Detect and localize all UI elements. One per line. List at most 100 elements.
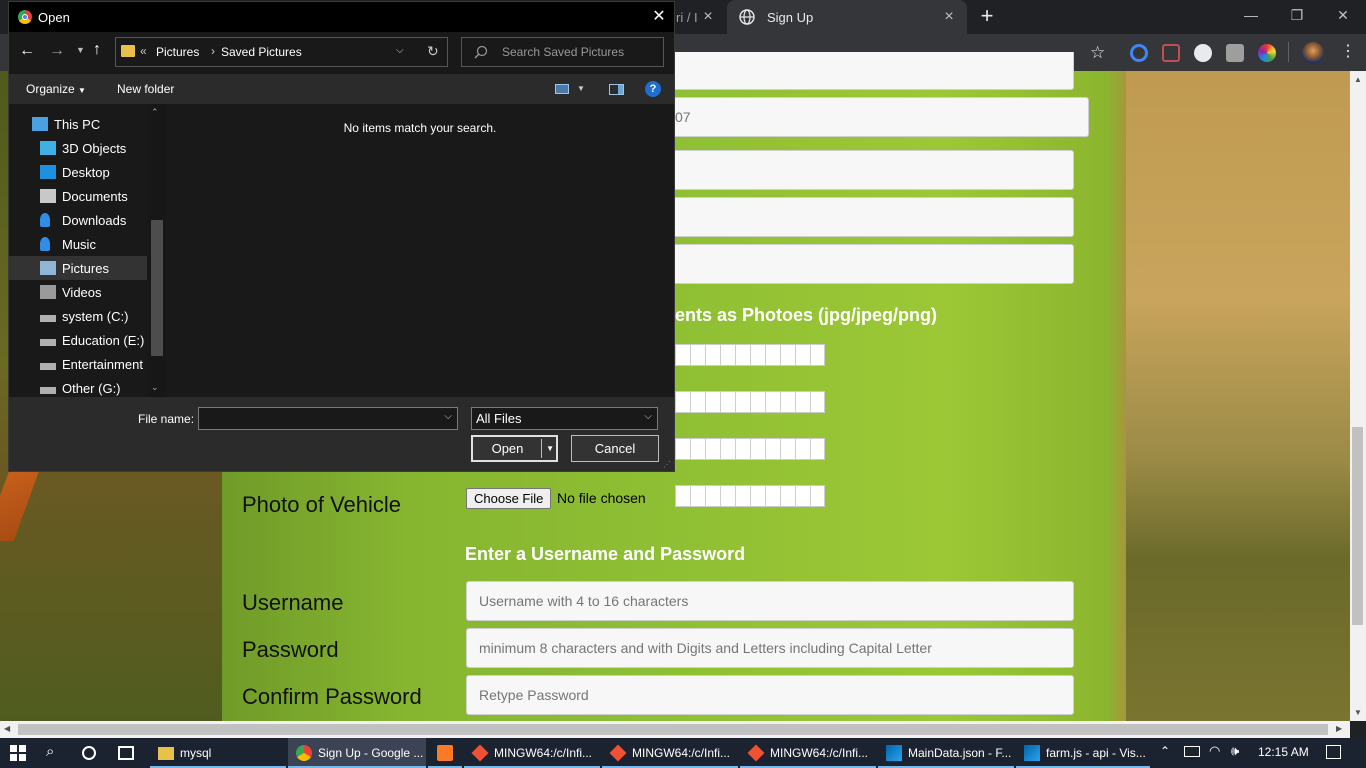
preview-pane-icon[interactable] xyxy=(609,84,624,95)
document-icon xyxy=(40,189,56,203)
recent-locations-icon[interactable]: ▼ xyxy=(76,45,85,55)
avatar[interactable] xyxy=(1302,42,1324,64)
breadcrumb-separator[interactable]: › xyxy=(211,44,215,58)
scroll-up-icon[interactable]: ▲ xyxy=(1354,75,1362,84)
taskbar-item[interactable]: mysql xyxy=(150,738,286,768)
view-options-icon[interactable] xyxy=(555,84,569,94)
task-view-icon[interactable] xyxy=(118,746,134,760)
taskbar-item[interactable]: MINGW64:/c/Infi... xyxy=(464,738,600,768)
horizontal-scrollbar-thumb[interactable] xyxy=(18,724,1328,735)
taskbar-item[interactable]: MINGW64:/c/Infi... xyxy=(602,738,738,768)
bookmark-star-icon[interactable]: ☆ xyxy=(1090,43,1105,63)
scroll-up-icon[interactable]: ⌃ xyxy=(151,107,159,118)
chrome-icon xyxy=(296,745,312,761)
nav-item[interactable]: Documents xyxy=(9,184,147,208)
nav-item[interactable]: Downloads xyxy=(9,208,147,232)
extension-icon[interactable] xyxy=(1130,44,1148,62)
dialog-command-bar: Organize ▼ New folder ▼ ? xyxy=(9,74,674,104)
nav-item[interactable]: Videos xyxy=(9,280,147,304)
music-icon xyxy=(40,237,50,251)
show-hidden-icons-icon[interactable]: ⌃ xyxy=(1160,744,1170,758)
chevron-down-icon[interactable]: ⌵ xyxy=(444,411,452,422)
cortana-icon[interactable] xyxy=(82,746,96,760)
scroll-down-icon[interactable]: ▼ xyxy=(1354,708,1362,717)
chevron-down-icon[interactable]: ⌵ xyxy=(644,411,652,422)
breadcrumb-pictures[interactable]: Pictures xyxy=(156,45,199,59)
address-bar[interactable]: « Pictures › Saved Pictures ⌵ ↻ xyxy=(115,37,448,67)
confirm-password-input[interactable]: Retype Password xyxy=(466,675,1074,715)
restore-button[interactable]: ❐ xyxy=(1274,0,1320,30)
scroll-right-icon[interactable]: ▶ xyxy=(1336,724,1342,733)
extension-icon[interactable] xyxy=(1194,44,1212,62)
up-arrow-icon[interactable]: ↑ xyxy=(93,41,101,59)
wifi-icon[interactable]: ◠ xyxy=(1209,743,1220,759)
nav-item[interactable]: Desktop xyxy=(9,160,147,184)
desktop-icon xyxy=(40,165,56,179)
refresh-icon[interactable]: ↻ xyxy=(427,43,439,60)
close-window-button[interactable]: ✕ xyxy=(1320,0,1366,30)
breadcrumb-overflow[interactable]: « xyxy=(140,44,147,58)
record-extension-icon[interactable] xyxy=(1162,44,1180,62)
search-box[interactable]: Search Saved Pictures xyxy=(461,37,664,67)
password-input[interactable]: minimum 8 characters and with Digits and… xyxy=(466,628,1074,668)
extension-icon[interactable] xyxy=(1226,44,1244,62)
new-folder-button[interactable]: New folder xyxy=(117,82,174,96)
chevron-down-icon[interactable]: ▼ xyxy=(546,437,554,460)
navigation-pane-scrollbar-thumb[interactable] xyxy=(151,220,163,356)
clock[interactable]: 12:15 AM xyxy=(1258,745,1309,759)
breadcrumb-saved-pictures[interactable]: Saved Pictures xyxy=(221,45,302,59)
cancel-button[interactable]: Cancel xyxy=(571,435,659,462)
notifications-icon[interactable] xyxy=(1326,745,1341,759)
open-file-dialog: Open ✕ ← → ▼ ↑ « Pictures › Saved Pictur… xyxy=(8,1,675,472)
resize-grip-icon[interactable]: ⋰ xyxy=(663,460,671,469)
browser-tab-active[interactable]: Sign Up × xyxy=(727,0,967,34)
help-icon[interactable]: ? xyxy=(645,81,661,97)
address-dropdown-icon[interactable]: ⌵ xyxy=(396,45,404,56)
minimize-button[interactable]: — xyxy=(1228,0,1274,30)
scroll-down-icon[interactable]: ⌄ xyxy=(151,382,159,393)
taskbar-item[interactable]: MINGW64:/c/Infi... xyxy=(740,738,876,768)
nav-item[interactable]: Pictures xyxy=(9,256,147,280)
new-tab-button[interactable]: + xyxy=(976,5,998,27)
choose-file-button[interactable]: Choose File xyxy=(466,488,552,509)
close-tab-icon[interactable]: × xyxy=(941,9,957,25)
username-label: Username xyxy=(242,590,344,615)
forward-arrow-icon[interactable]: → xyxy=(49,42,65,60)
more-menu-icon[interactable]: ⋮ xyxy=(1340,42,1356,62)
nav-item[interactable]: This PC xyxy=(9,112,147,136)
search-icon[interactable]: ⌕ xyxy=(46,743,54,760)
file-name-input[interactable]: ⌵ xyxy=(198,407,458,430)
close-tab-icon[interactable]: × xyxy=(700,9,716,25)
nav-item[interactable]: 3D Objects xyxy=(9,136,147,160)
color-extension-icon[interactable] xyxy=(1258,44,1276,62)
file-status: No file chosen xyxy=(557,490,646,506)
organize-button[interactable]: Organize ▼ xyxy=(26,82,86,96)
browser-tab[interactable]: ri / I × xyxy=(676,0,726,34)
nav-item-label: Pictures xyxy=(62,260,109,276)
view-dropdown-icon[interactable]: ▼ xyxy=(577,84,585,93)
windows-start-icon[interactable] xyxy=(10,745,26,761)
file-list-area[interactable]: No items match your search. xyxy=(166,104,674,397)
taskbar-item[interactable]: MainData.json - F... xyxy=(878,738,1014,768)
username-input[interactable]: Username with 4 to 16 characters xyxy=(466,581,1074,621)
taskbar-item-active[interactable]: Sign Up - Google ... xyxy=(288,738,426,768)
search-icon xyxy=(474,45,488,59)
nav-item[interactable]: system (C:) xyxy=(9,304,147,328)
split-divider xyxy=(541,439,542,458)
nav-item[interactable]: Music xyxy=(9,232,147,256)
nav-item-label: Education (E:) xyxy=(62,332,145,348)
dialog-close-button[interactable]: ✕ xyxy=(645,6,673,28)
nav-item[interactable]: Education (E:) xyxy=(9,328,147,352)
battery-icon[interactable] xyxy=(1184,746,1200,757)
taskbar-item[interactable] xyxy=(428,738,462,768)
taskbar-item[interactable]: farm.js - api - Vis... xyxy=(1016,738,1150,768)
vertical-scrollbar-thumb[interactable] xyxy=(1352,427,1363,625)
xampp-icon xyxy=(437,745,453,761)
empty-message: No items match your search. xyxy=(343,121,497,135)
open-button[interactable]: Open ▼ xyxy=(471,435,558,462)
scroll-left-icon[interactable]: ◀ xyxy=(4,724,10,733)
volume-icon[interactable]: 🕪 xyxy=(1231,743,1239,759)
file-type-select[interactable]: All Files ⌵ xyxy=(471,407,658,430)
nav-item[interactable]: Entertainment (F xyxy=(9,352,147,376)
back-arrow-icon[interactable]: ← xyxy=(19,42,35,60)
